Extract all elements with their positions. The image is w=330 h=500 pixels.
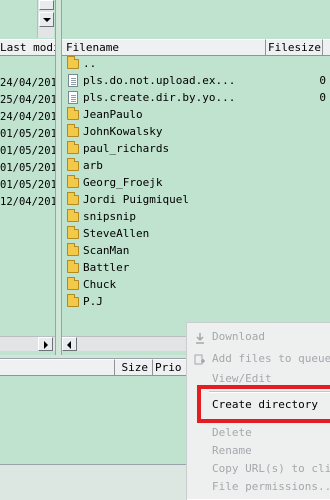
folder-name: SteveAllen	[83, 227, 150, 240]
annotation-highlight-box	[197, 385, 330, 423]
folder-name: Chuck	[83, 278, 117, 291]
folder-row[interactable]: paul_richards	[64, 140, 330, 157]
file-row[interactable]: pls.create.dir.by.yo... 0	[64, 89, 330, 106]
folder-row[interactable]: P.J	[64, 293, 330, 310]
remote-tree	[62, 0, 330, 38]
chevron-down-icon	[43, 18, 51, 22]
folder-icon	[67, 175, 79, 188]
scroll-down-button[interactable]	[39, 12, 54, 27]
folder-icon	[67, 277, 79, 290]
folder-icon	[67, 158, 79, 171]
menu-item-copy-url[interactable]: Copy URL(s) to clipb	[187, 459, 330, 479]
file-row-parent-directory[interactable]: ..	[64, 55, 330, 72]
menu-item-add-to-queue[interactable]: Add files to queue	[187, 349, 330, 369]
folder-row[interactable]: ScanMan	[64, 242, 330, 259]
file-name: pls.do.not.upload.ex...	[83, 74, 236, 87]
list-item[interactable]: 01/05/2013	[0, 126, 55, 143]
remote-file-list: .. pls.do.not.upload.ex... 0 pls.create.…	[64, 55, 330, 310]
column-filesize-label: Filesize	[268, 41, 321, 54]
folder-name: Georg_Froejk	[83, 176, 163, 189]
chevron-right-icon	[44, 341, 48, 349]
file-row[interactable]: pls.do.not.upload.ex... 0	[64, 72, 330, 89]
folder-row[interactable]: snipsnip	[64, 208, 330, 225]
scroll-left-button[interactable]	[62, 337, 77, 351]
folder-icon	[67, 294, 79, 307]
file-size: 0	[319, 74, 326, 87]
folder-icon	[67, 107, 79, 120]
folder-name: arb	[83, 159, 103, 172]
list-item[interactable]: 24/04/2013	[0, 109, 55, 126]
folder-row[interactable]: Chuck	[64, 276, 330, 293]
folder-name: JohnKowalsky	[83, 125, 163, 138]
column-last-modified[interactable]: Last modi	[0, 39, 56, 56]
local-tree-scrollbar[interactable]	[37, 0, 54, 38]
folder-row[interactable]: arb	[64, 157, 330, 174]
list-item[interactable]: 25/04/2013	[0, 92, 55, 109]
file-size: 0	[319, 91, 326, 104]
folder-row[interactable]: Battler	[64, 259, 330, 276]
panel-splitter[interactable]	[55, 0, 62, 355]
folder-icon	[67, 141, 79, 154]
folder-row[interactable]: JeanPaulo	[64, 106, 330, 123]
menu-item-delete[interactable]: Delete	[187, 423, 330, 443]
folder-icon	[67, 243, 79, 256]
file-name: ..	[83, 57, 97, 70]
folder-name: ScanMan	[83, 244, 130, 257]
column-filetype[interactable]	[323, 39, 330, 56]
scroll-thumb[interactable]	[39, 0, 54, 10]
folder-icon	[67, 260, 79, 273]
menu-item-label: Rename	[212, 444, 252, 457]
menu-item-label: File permissions...	[212, 480, 330, 493]
menu-item-file-permissions[interactable]: File permissions...	[187, 477, 330, 497]
list-item[interactable]: 01/05/2013	[0, 143, 55, 160]
menu-item-download[interactable]: Download	[187, 327, 330, 347]
queue-column-size[interactable]: Size	[115, 359, 153, 376]
add-to-queue-icon	[194, 353, 206, 365]
local-file-rows: 24/04/2013 25/04/2013 24/04/2013 01/05/2…	[0, 75, 55, 211]
list-item[interactable]: 24/04/2013	[0, 75, 55, 92]
folder-row[interactable]: Georg_Froejk	[64, 174, 330, 191]
folder-name: Jordi Puigmiquel	[83, 193, 189, 206]
folder-row[interactable]: Jordi Puigmiquel	[64, 191, 330, 208]
folder-row[interactable]: JohnKowalsky	[64, 123, 330, 140]
folder-icon	[67, 56, 79, 69]
list-item[interactable]: 01/05/2013	[0, 177, 55, 194]
folder-row[interactable]: SteveAllen	[64, 225, 330, 242]
queue-column-size-label: Size	[121, 361, 149, 374]
menu-item-rename[interactable]: Rename	[187, 441, 330, 461]
folder-icon	[67, 192, 79, 205]
folder-icon	[67, 226, 79, 239]
menu-item-label: Download	[212, 330, 265, 343]
queue-column-unnamed[interactable]	[0, 359, 115, 376]
scroll-right-button[interactable]	[38, 337, 53, 351]
list-item[interactable]: 01/05/2013	[0, 160, 55, 177]
folder-icon	[67, 209, 79, 222]
chevron-left-icon	[67, 341, 71, 349]
document-icon	[68, 91, 78, 104]
menu-item-label: Add files to queue	[212, 352, 330, 365]
file-name: pls.create.dir.by.yo...	[83, 91, 236, 104]
column-filesize[interactable]: Filesize	[266, 39, 323, 56]
folder-name: paul_richards	[83, 142, 170, 155]
menu-item-label: Delete	[212, 426, 252, 439]
folder-name: snipsnip	[83, 210, 136, 223]
download-icon	[194, 331, 206, 344]
folder-name: P.J	[83, 295, 103, 308]
list-item[interactable]: 12/04/2013	[0, 194, 55, 211]
folder-name: JeanPaulo	[83, 108, 143, 121]
folder-icon	[67, 124, 79, 137]
folder-name: Battler	[83, 261, 130, 274]
document-icon	[68, 74, 78, 87]
menu-item-label: Copy URL(s) to clipb	[212, 462, 330, 475]
column-filename[interactable]: Filename	[62, 39, 266, 56]
local-horizontal-scrollbar[interactable]	[0, 336, 55, 351]
